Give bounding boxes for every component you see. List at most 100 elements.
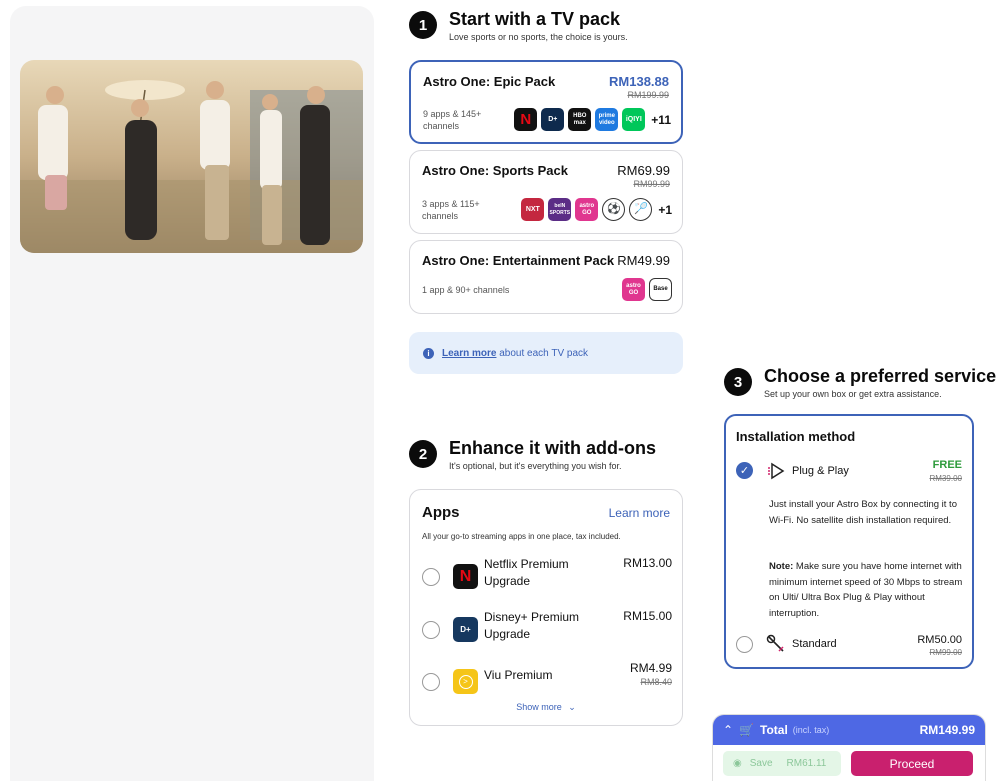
total-summary[interactable]: ⌃ 🛒 Total (incl. tax) RM149.99 xyxy=(713,715,985,745)
addon-item-netflix[interactable]: N Netflix Premium Upgrade RM13.00 xyxy=(422,556,672,596)
total-incl-tax: (incl. tax) xyxy=(792,725,830,735)
addon-radio[interactable] xyxy=(422,568,440,586)
pack-old-price: RM199.99 xyxy=(627,90,669,100)
hero-image xyxy=(20,60,363,253)
save-label: Save xyxy=(749,758,773,769)
addon-price: RM4.99 xyxy=(629,661,672,675)
iqiyi-icon: iQIYI xyxy=(622,108,646,131)
apps-learn-more-link[interactable]: Learn more xyxy=(609,506,670,520)
installation-card: Installation method ✓ Plug & Play FREE R… xyxy=(724,414,974,669)
option-note: Note: Make sure you have home internet w… xyxy=(769,559,967,621)
show-more-label: Show more xyxy=(516,702,562,712)
step-subtitle: Set up your own box or get extra assista… xyxy=(764,389,942,399)
show-more-button[interactable]: Show more ⌄ xyxy=(410,702,682,713)
step-1-header: 1 Start with a TV pack Love sports or no… xyxy=(409,9,628,42)
pack-desc: 9 apps & 145+ channels xyxy=(423,109,482,131)
pack-name: Astro One: Entertainment Pack xyxy=(422,253,615,268)
step-number: 2 xyxy=(409,440,437,468)
sooka-nxt-icon: NXT xyxy=(521,198,545,221)
addon-name: Disney+ Premium Upgrade xyxy=(484,610,580,641)
option-name[interactable]: Standard xyxy=(792,638,837,650)
astro-go-icon: astro GO xyxy=(622,278,645,301)
info-text: about each TV pack xyxy=(499,347,589,359)
addon-price: RM15.00 xyxy=(623,609,672,623)
option-radio[interactable] xyxy=(736,636,753,653)
step-title: Choose a preferred service xyxy=(764,366,997,386)
option-price: FREE xyxy=(932,459,962,471)
addon-price: RM13.00 xyxy=(623,556,672,570)
disney-icon: D+ xyxy=(541,108,565,131)
pack-name: Astro One: Sports Pack xyxy=(422,163,568,178)
tv-base-icon: Base xyxy=(649,278,672,301)
pack-card-epic[interactable]: Astro One: Epic Pack RM138.88 RM199.99 9… xyxy=(409,60,683,144)
pack-price: RM138.88 xyxy=(609,74,669,89)
pack-app-row: astro GO Base xyxy=(622,278,672,301)
option-price: RM50.00 xyxy=(917,634,962,646)
total-bar: ⌃ 🛒 Total (incl. tax) RM149.99 ◉ Save RM… xyxy=(712,714,986,781)
save-badge: ◉ Save RM61.11 xyxy=(723,751,841,776)
total-amount: RM149.99 xyxy=(919,723,975,737)
info-icon: i xyxy=(423,347,434,359)
pack-price: RM49.99 xyxy=(617,253,670,268)
step-title: Enhance it with add-ons xyxy=(449,438,657,458)
viu-icon: > xyxy=(453,669,478,694)
check-icon[interactable]: ✓ xyxy=(736,462,753,479)
info-text-line: Learn more about each TV pack xyxy=(442,348,588,359)
netflix-icon: N xyxy=(514,108,538,131)
apps-subtitle: All your go-to streaming apps in one pla… xyxy=(422,532,621,541)
info-box: i Learn more about each TV pack xyxy=(409,332,683,374)
note-text: Make sure you have home internet with mi… xyxy=(769,561,963,619)
step-subtitle: Love sports or no sports, the choice is … xyxy=(449,32,628,42)
step-title: Start with a TV pack xyxy=(449,9,621,29)
bein-sports-icon: beIN SPORTS xyxy=(548,198,572,221)
note-label: Note: xyxy=(769,561,794,572)
step-number: 1 xyxy=(409,11,437,39)
coin-icon: ◉ xyxy=(733,758,742,769)
apps-title: Apps xyxy=(422,504,460,521)
proceed-button[interactable]: Proceed xyxy=(851,751,973,776)
addon-item-viu[interactable]: > Viu Premium RM4.99 RM8.40 xyxy=(422,661,672,701)
addon-name: Netflix Premium Upgrade xyxy=(484,557,569,588)
more-apps-count: +1 xyxy=(658,202,672,217)
astro-go-icon: astro GO xyxy=(575,198,599,221)
football-icon: ⚽ xyxy=(602,198,626,221)
pack-price: RM69.99 xyxy=(617,163,670,178)
save-amount: RM61.11 xyxy=(786,758,827,769)
pack-old-price: RM99.99 xyxy=(633,179,670,189)
hbo-max-icon: HBO max xyxy=(568,108,592,131)
total-actions: ◉ Save RM61.11 Proceed xyxy=(713,745,985,781)
option-old-price: RM39.00 xyxy=(929,474,962,483)
pack-name: Astro One: Epic Pack xyxy=(423,74,556,89)
option-name[interactable]: Plug & Play xyxy=(792,465,849,477)
step-2-header: 2 Enhance it with add-ons It's optional,… xyxy=(409,438,656,471)
step-subtitle: It's optional, but it's everything you w… xyxy=(449,461,622,471)
prime-video-icon: prime video xyxy=(595,108,619,131)
learn-more-link[interactable]: Learn more xyxy=(442,348,496,359)
addon-item-disney[interactable]: D+ Disney+ Premium Upgrade RM15.00 xyxy=(422,609,672,649)
pack-app-row: NXT beIN SPORTS astro GO ⚽ 🏸 +1 xyxy=(521,198,672,221)
addon-radio[interactable] xyxy=(422,673,440,691)
pack-card-entertainment[interactable]: Astro One: Entertainment Pack RM49.99 1 … xyxy=(409,240,683,314)
addon-name: Viu Premium xyxy=(484,668,553,682)
option-description: Just install your Astro Box by connectin… xyxy=(769,499,957,526)
pack-desc: 1 app & 90+ channels xyxy=(422,285,510,295)
pack-desc: 3 apps & 115+ channels xyxy=(422,199,480,221)
netflix-icon: N xyxy=(453,564,478,589)
addon-radio[interactable] xyxy=(422,621,440,639)
step-3-header: 3 Choose a preferred service Set up your… xyxy=(724,366,996,399)
wrench-icon xyxy=(766,634,784,652)
more-apps-count: +11 xyxy=(651,112,671,127)
total-label: Total xyxy=(760,723,788,737)
pack-app-row: N D+ HBO max prime video iQIYI +11 xyxy=(514,108,671,131)
chevron-down-icon: ⌄ xyxy=(568,702,576,712)
plug-play-icon xyxy=(768,462,785,480)
installation-title: Installation method xyxy=(736,429,856,444)
addon-old-price: RM8.40 xyxy=(640,677,672,687)
pack-card-sports[interactable]: Astro One: Sports Pack RM69.99 RM99.99 3… xyxy=(409,150,683,234)
cart-icon: 🛒 xyxy=(739,723,755,737)
badminton-icon: 🏸 xyxy=(629,198,653,221)
option-old-price: RM99.00 xyxy=(929,648,962,657)
step-number: 3 xyxy=(724,368,752,396)
chevron-up-icon[interactable]: ⌃ xyxy=(723,723,733,737)
disney-icon: D+ xyxy=(453,617,478,642)
